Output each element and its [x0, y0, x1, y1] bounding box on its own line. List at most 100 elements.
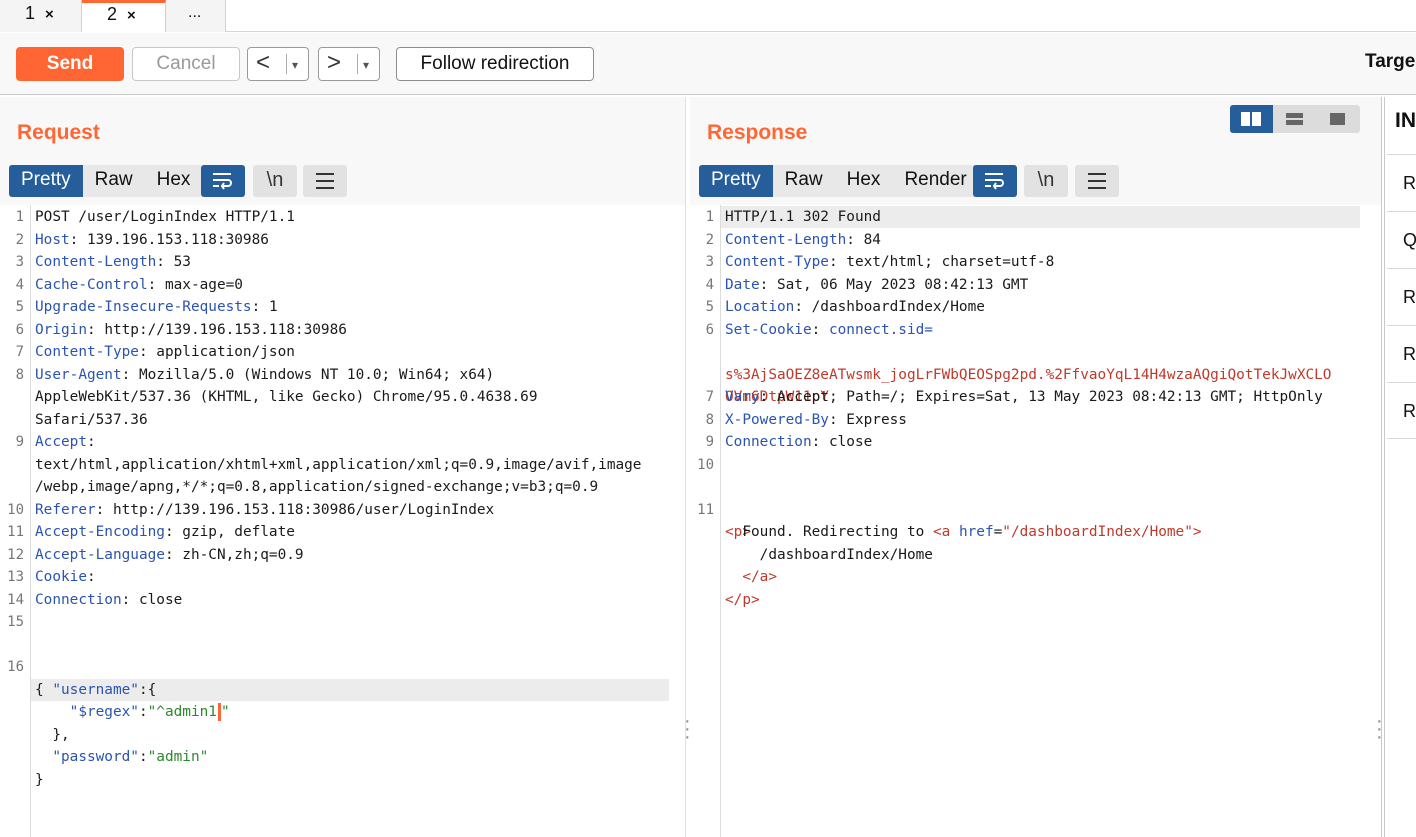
single-layout-icon[interactable] [1316, 105, 1359, 133]
code-line: 9 Accept: [15, 434, 105, 450]
code-line: 1 HTTP/1.1 302 Found [705, 209, 881, 225]
code-line: } [35, 771, 44, 788]
tab-raw[interactable]: Raw [773, 165, 835, 197]
response-view-tabs: Pretty Raw Hex Render [699, 165, 979, 197]
code-line: /dashboardIndex/Home [759, 546, 933, 563]
code-line: "$regex":"^admin1 " [69, 703, 230, 721]
divider [286, 54, 287, 74]
chevron-down-icon[interactable]: ▾ [363, 49, 369, 81]
code-line: 7 Content-Type: application/json [15, 344, 295, 360]
code-line: 16 { [7, 659, 44, 698]
tab-pretty[interactable]: Pretty [699, 165, 773, 197]
code-line: 4 Cache-Control: max-age=0 [15, 276, 243, 293]
code-line: 4 Date: Sat, 06 May 2023 08:42:13 GMT [705, 276, 1029, 293]
chevron-left-icon: < [256, 49, 271, 76]
inspector-item[interactable]: Re [1387, 325, 1416, 382]
code-line: 2 Host: 139.196.153.118:30986 [15, 231, 269, 248]
follow-redirection-button[interactable]: Follow redirection [396, 47, 594, 81]
side-by-side-layout-icon[interactable] [1230, 105, 1273, 133]
tab-hex[interactable]: Hex [145, 165, 203, 197]
tab-render[interactable]: Render [892, 165, 978, 197]
tab-bar: 1 × 2 × ... [0, 0, 1416, 32]
code-line: 8 X-Powered-By: Express [705, 411, 907, 428]
tab-raw[interactable]: Raw [83, 165, 145, 197]
code-line: 1 POST /user/LoginIndex HTTP/1.1 [15, 209, 295, 225]
code-line: 3 Content-Type: text/html; charset=utf-8 [705, 254, 1055, 270]
request-header: Request Pretty Raw Hex \n [0, 97, 685, 205]
response-editor[interactable]: 1 HTTP/1.1 302 Found 2 Content-Length: 84 3 C… [690, 205, 1381, 837]
code-line: 12 Accept-Language: zh-CN,zh;q=0.9 [7, 546, 304, 563]
code-line: 15 [7, 614, 24, 630]
code-line: "password":"admin" [52, 749, 209, 765]
code-line: Found. Redirecting to <a href="/dashboar… [742, 524, 1202, 540]
inspector-panel: IN Re Q Re Re Re [1384, 97, 1416, 837]
response-code[interactable]: 1 HTTP/1.1 302 Found 2 Content-Length: 84 3 C… [690, 206, 1381, 608]
tab-hex[interactable]: Hex [835, 165, 893, 197]
code-line: 11 <p> [697, 501, 752, 541]
code-line: AppleWebKit/537.36 (KHTML, like Gecko) C… [35, 389, 538, 405]
tab-more[interactable]: ... [166, 0, 226, 32]
code-line: 5 Location: /dashboardIndex/Home [705, 299, 985, 315]
code-line: 11 Accept-Encoding: gzip, deflate [7, 524, 295, 540]
target-label[interactable]: Targe [1365, 51, 1415, 73]
code-line: 10 [697, 456, 714, 473]
response-header: Response Pretty Raw Hex Render \n [690, 97, 1381, 205]
code-line: 6 Origin: http://139.196.153.118:30986 [15, 321, 347, 338]
inspector-title: IN [1395, 109, 1416, 132]
code-line: /webp,image/apng,*/*;q=0.8,application/s… [35, 479, 599, 495]
resize-handle[interactable]: · · · [1376, 711, 1383, 747]
newline-icon[interactable]: \n [1024, 165, 1068, 197]
code-line: Safari/537.36 [35, 411, 148, 428]
request-pane: Request Pretty Raw Hex \n 1 POST /user/Lo… [0, 97, 691, 837]
code-line: 7 Vary: Accept [705, 389, 829, 405]
code-line: 10 Referer: http://139.196.153.118:30986/… [7, 501, 495, 518]
wrap-lines-icon[interactable] [973, 165, 1017, 197]
tab-pretty[interactable]: Pretty [9, 165, 83, 197]
response-title: Response [707, 121, 808, 144]
request-editor[interactable]: 1 POST /user/LoginIndex HTTP/1.1 2 Host: 13… [0, 205, 685, 837]
tab-label: 2 [107, 4, 118, 24]
layout-toggle[interactable] [1230, 105, 1360, 133]
newline-icon[interactable]: \n [253, 165, 297, 197]
code-line: 8 User-Agent: Mozilla/5.0 (Windows NT 10.… [15, 366, 495, 383]
code-line: text/html,application/xhtml+xml,applicat… [35, 456, 642, 473]
menu-icon[interactable] [1075, 165, 1119, 197]
menu-icon[interactable] [303, 165, 347, 197]
request-view-tabs: Pretty Raw Hex [9, 165, 203, 197]
send-button[interactable]: Send [16, 47, 124, 81]
code-line: 9 Connection: close [705, 434, 873, 450]
tab-label: ... [188, 4, 202, 21]
code-line: 2 Content-Length: 84 [705, 231, 881, 248]
cancel-button[interactable]: Cancel [132, 47, 240, 81]
close-icon[interactable]: × [45, 6, 54, 23]
tab-2[interactable]: 2 × [82, 0, 166, 32]
chevron-down-icon[interactable]: ▾ [292, 49, 298, 81]
forward-button[interactable]: > ▾ [318, 47, 380, 81]
divider [357, 54, 358, 74]
response-pane: Response Pretty Raw Hex Render \n 1 HTTP… [690, 97, 1383, 837]
code-line: 13 Cookie: [7, 569, 105, 585]
toolbar: Send Cancel < ▾ > ▾ Follow redirection T… [0, 33, 1416, 95]
code-line: OVm6DtpW11pY; Path=/; Expires=Sat, 13 Ma… [725, 389, 1323, 405]
close-icon[interactable]: × [127, 7, 136, 24]
request-code[interactable]: 1 POST /user/LoginIndex HTTP/1.1 2 Host: 13… [0, 206, 685, 788]
code-line: </a> [742, 569, 777, 585]
wrap-lines-icon[interactable] [201, 165, 245, 197]
inspector-item[interactable]: Re [1387, 268, 1416, 325]
code-line: </p> [725, 591, 760, 608]
code-line: s%3AjSaOEZ8eATwsmk_jogLrFWbQEOSpg2pd.%2F… [725, 366, 1332, 383]
chevron-right-icon: > [327, 49, 342, 76]
tab-label: 1 [25, 3, 36, 23]
inspector-item[interactable]: Re [1387, 154, 1416, 211]
stacked-layout-icon[interactable] [1273, 105, 1316, 133]
tab-1[interactable]: 1 × [0, 0, 82, 32]
code-line: 5 Upgrade-Insecure-Requests: 1 [15, 299, 278, 315]
code-line: 14 Connection: close [7, 591, 183, 608]
inspector-item[interactable]: Re [1387, 382, 1416, 439]
code-line: }, [52, 726, 70, 743]
code-line: 3 Content-Length: 53 [15, 254, 191, 270]
back-button[interactable]: < ▾ [247, 47, 309, 81]
code-line: 6 Set-Cookie: connect.sid= [705, 321, 933, 338]
request-title: Request [17, 121, 100, 144]
inspector-item[interactable]: Q [1387, 211, 1416, 268]
